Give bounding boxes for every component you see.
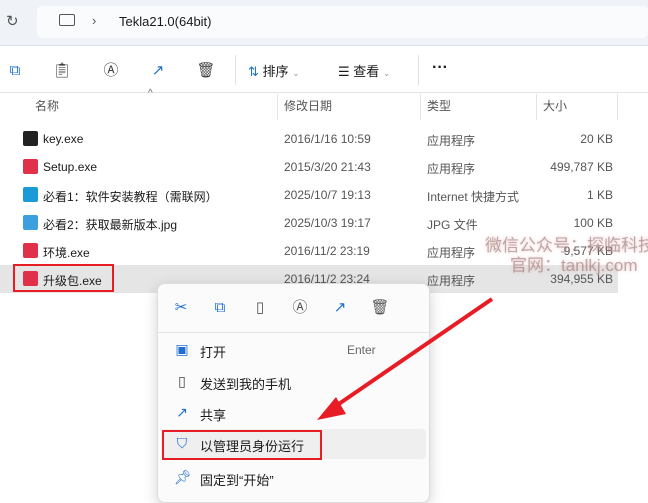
red-arrow — [317, 297, 494, 420]
